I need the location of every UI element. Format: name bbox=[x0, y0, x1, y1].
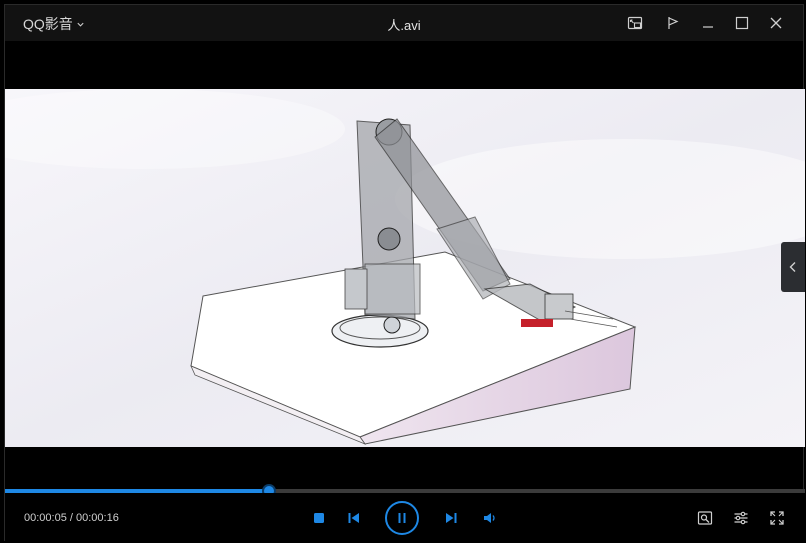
settings-button[interactable] bbox=[732, 509, 750, 527]
next-button[interactable] bbox=[442, 509, 460, 527]
chevron-left-icon bbox=[789, 262, 796, 272]
screenshot-icon bbox=[697, 511, 713, 525]
app-brand: QQ影音 bbox=[23, 16, 73, 32]
pip-icon bbox=[627, 16, 643, 30]
title-bar: QQ影音 人.avi bbox=[5, 5, 803, 41]
side-panel-toggle[interactable] bbox=[781, 242, 805, 292]
pin-button[interactable] bbox=[663, 13, 683, 33]
pause-icon bbox=[398, 513, 406, 523]
current-time: 00:00:05 bbox=[24, 512, 67, 524]
time-separator: / bbox=[66, 512, 76, 524]
previous-button[interactable] bbox=[345, 509, 363, 527]
close-button[interactable] bbox=[766, 13, 786, 33]
minimize-button[interactable] bbox=[698, 13, 718, 33]
time-display: 00:00:05 / 00:00:16 bbox=[24, 512, 119, 524]
volume-icon bbox=[484, 513, 495, 523]
chevron-down-icon bbox=[77, 22, 84, 27]
pause-button[interactable] bbox=[385, 501, 419, 535]
screenshot-button[interactable] bbox=[696, 509, 714, 527]
fullscreen-button[interactable] bbox=[768, 509, 786, 527]
close-icon bbox=[770, 17, 782, 29]
next-icon bbox=[446, 513, 457, 523]
maximize-button[interactable] bbox=[732, 13, 752, 33]
pin-icon bbox=[668, 17, 679, 29]
stop-button[interactable] bbox=[310, 509, 328, 527]
settings-sliders-icon bbox=[734, 511, 748, 525]
app-menu[interactable]: QQ影音 bbox=[23, 14, 85, 34]
window-title: 人.avi bbox=[387, 18, 421, 33]
maximize-icon bbox=[735, 16, 749, 30]
pip-button[interactable] bbox=[625, 13, 645, 33]
stop-icon bbox=[314, 513, 324, 523]
minimize-icon bbox=[703, 26, 713, 28]
fullscreen-icon bbox=[770, 511, 784, 525]
volume-button[interactable] bbox=[481, 509, 499, 527]
player-window: QQ影音 人.avi 00:00:05 / 00:00:16 bbox=[4, 4, 805, 542]
previous-icon bbox=[348, 513, 359, 523]
video-frame[interactable] bbox=[5, 89, 805, 447]
video-content bbox=[5, 89, 805, 447]
total-time: 00:00:16 bbox=[76, 512, 119, 524]
control-bar: 00:00:05 / 00:00:16 bbox=[5, 493, 805, 542]
